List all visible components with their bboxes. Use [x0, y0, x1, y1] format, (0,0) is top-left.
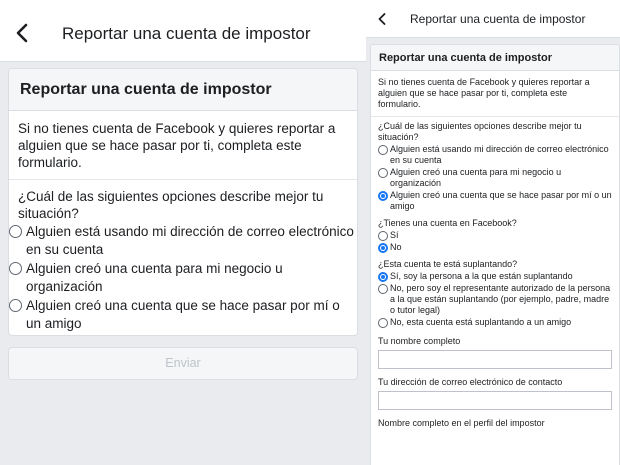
report-form-card: Reportar una cuenta de impostor Si no ti… — [8, 68, 358, 336]
option-label: Alguien creó una cuenta que se hace pasa… — [390, 190, 612, 211]
contact-email-label: Tu dirección de correo electrónico de co… — [378, 377, 563, 387]
full-name-label: Tu nombre completo — [378, 336, 461, 346]
radio-icon[interactable] — [378, 191, 388, 201]
top-bar: Reportar una cuenta de impostor — [0, 0, 366, 62]
report-form-card: Reportar una cuenta de impostor Si no ti… — [370, 44, 620, 465]
top-bar: Reportar una cuenta de impostor — [366, 0, 620, 38]
radio-icon[interactable] — [378, 272, 388, 282]
option-label: Sí — [390, 230, 399, 240]
radio-icon[interactable] — [378, 231, 388, 241]
radio-icon[interactable] — [378, 168, 388, 178]
form-title: Reportar una cuenta de impostor — [9, 69, 357, 111]
impostor-profile-name-label: Nombre completo en el perfil del imposto… — [378, 418, 545, 428]
back-chevron-icon[interactable] — [12, 22, 32, 44]
radio-icon[interactable] — [378, 243, 388, 253]
contact-email-input[interactable] — [378, 391, 612, 410]
radio-icon[interactable] — [9, 262, 22, 275]
left-screen: Reportar una cuenta de impostor Reportar… — [0, 0, 366, 465]
option-label: Sí, soy la persona a la que están suplan… — [390, 271, 573, 281]
situation-option-impersonation[interactable]: Alguien creó una cuenta que se hace pasa… — [9, 297, 357, 333]
option-label: Alguien creó una cuenta para mi negocio … — [26, 261, 283, 294]
page-title: Reportar una cuenta de impostor — [410, 12, 586, 26]
option-label: No, esta cuenta está suplantando a un am… — [390, 317, 572, 327]
situation-option-email[interactable]: Alguien está usando mi dirección de corr… — [9, 223, 357, 259]
impersonation-option-representative[interactable]: No, pero soy el representante autorizado… — [378, 283, 612, 316]
impersonation-question: ¿Esta cuenta te está suplantando? — [378, 259, 518, 269]
situation-option-business[interactable]: Alguien creó una cuenta para mi negocio … — [378, 167, 612, 189]
situation-option-email[interactable]: Alguien está usando mi dirección de corr… — [378, 144, 612, 166]
full-name-input[interactable] — [378, 350, 612, 369]
form-intro: Si no tienes cuenta de Facebook y quiere… — [371, 71, 619, 117]
situation-question: ¿Cuál de las siguientes opciones describ… — [378, 121, 582, 142]
option-label: Alguien creó una cuenta que se hace pasa… — [26, 298, 340, 331]
option-label: Alguien creó una cuenta para mi negocio … — [390, 167, 562, 188]
radio-icon[interactable] — [378, 284, 388, 294]
option-label: No, pero soy el representante autorizado… — [390, 283, 611, 315]
radio-icon[interactable] — [378, 145, 388, 155]
radio-icon[interactable] — [378, 318, 388, 328]
radio-icon[interactable] — [9, 299, 22, 312]
has-account-option-no[interactable]: No — [378, 242, 612, 253]
has-account-question: ¿Tienes una cuenta en Facebook? — [378, 218, 517, 228]
has-account-option-yes[interactable]: Sí — [378, 230, 612, 241]
page-title: Reportar una cuenta de impostor — [62, 24, 311, 43]
form-intro: Si no tienes cuenta de Facebook y quiere… — [9, 111, 357, 180]
situation-question: ¿Cuál de las siguientes opciones describ… — [18, 189, 324, 221]
option-label: No — [390, 242, 402, 252]
back-chevron-icon[interactable] — [376, 12, 388, 26]
situation-option-business[interactable]: Alguien creó una cuenta para mi negocio … — [9, 260, 357, 296]
option-label: Alguien está usando mi dirección de corr… — [26, 224, 354, 257]
situation-option-impersonation[interactable]: Alguien creó una cuenta que se hace pasa… — [378, 190, 612, 212]
impersonation-option-self[interactable]: Sí, soy la persona a la que están suplan… — [378, 271, 612, 282]
form-title: Reportar una cuenta de impostor — [371, 45, 619, 71]
submit-button[interactable]: Enviar — [8, 347, 358, 380]
radio-icon[interactable] — [9, 225, 22, 238]
option-label: Alguien está usando mi dirección de corr… — [390, 144, 609, 165]
impersonation-option-friend[interactable]: No, esta cuenta está suplantando a un am… — [378, 317, 612, 328]
right-screen: Reportar una cuenta de impostor Reportar… — [366, 0, 620, 465]
